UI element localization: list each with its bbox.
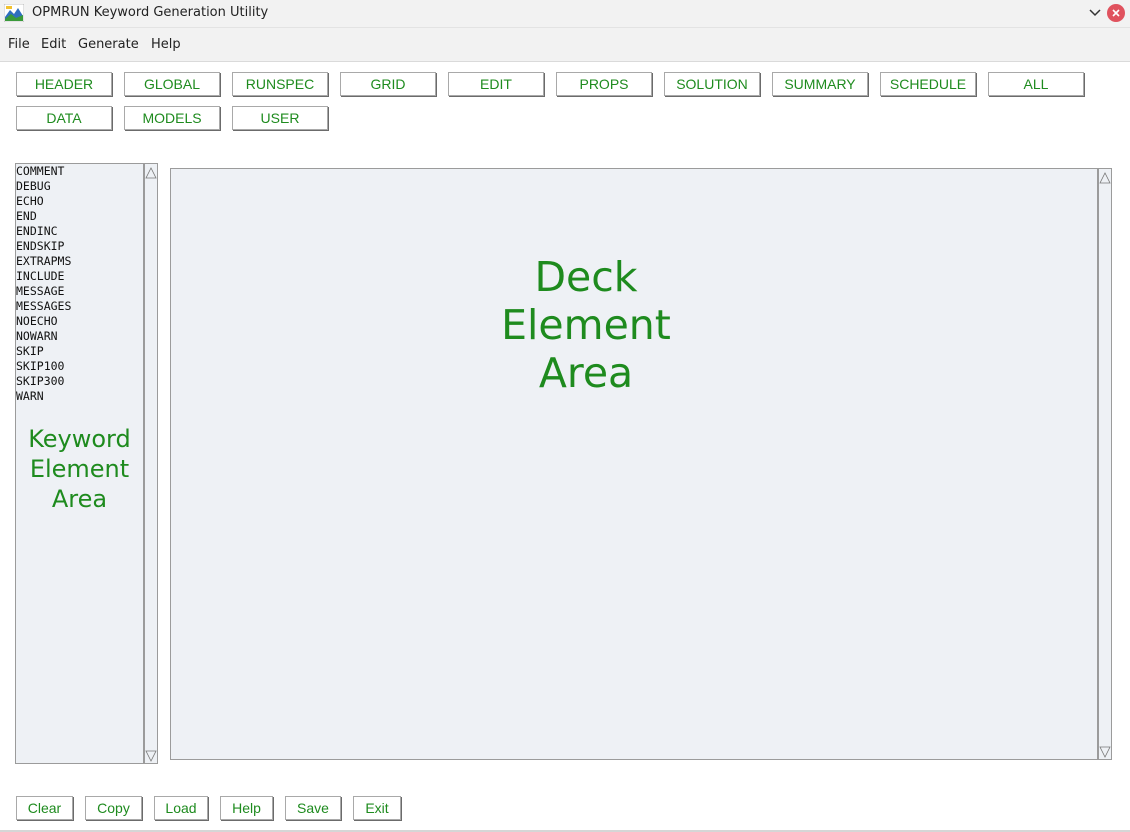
header-section-button[interactable]: HEADER [16,72,112,96]
keyword-list-panel[interactable]: COMMENT DEBUG ECHO END ENDINC ENDSKIP EX… [15,163,144,764]
deck-text-area[interactable]: Deck Element Area [170,168,1098,760]
user-section-button[interactable]: USER [232,106,328,130]
scroll-down-arrow-icon[interactable] [1099,745,1111,759]
schedule-section-button[interactable]: SCHEDULE [880,72,976,96]
props-section-button[interactable]: PROPS [556,72,652,96]
keyword-area-label-line: Element [29,455,130,483]
opmrun-app-icon [3,3,25,23]
data-section-button[interactable]: DATA [16,106,112,130]
keyword-list-item[interactable]: NOECHO [16,314,71,329]
grid-section-button[interactable]: GRID [340,72,436,96]
keyword-list-item[interactable]: DEBUG [16,179,71,194]
keyword-list-item[interactable]: SKIP300 [16,374,71,389]
deck-area-label: Deck Element Area [421,253,751,397]
global-section-button[interactable]: GLOBAL [124,72,220,96]
all-section-button[interactable]: ALL [988,72,1084,96]
keyword-list-item[interactable]: MESSAGE [16,284,71,299]
keyword-list-item[interactable]: WARN [16,389,71,404]
keyword-list-scrollbar[interactable] [144,163,158,764]
edit-section-button[interactable]: EDIT [448,72,544,96]
menu-file[interactable]: File [8,37,30,52]
keyword-list-item[interactable]: COMMENT [16,164,71,179]
keyword-list-item[interactable]: ENDSKIP [16,239,71,254]
keyword-list-item[interactable]: ENDINC [16,224,71,239]
title-bar: OPMRUN Keyword Generation Utility [0,0,1130,28]
keyword-area-label-line: Keyword [28,425,131,453]
scroll-up-arrow-icon[interactable] [145,164,157,179]
chevron-down-icon[interactable] [1085,3,1105,23]
keyword-list-item[interactable]: MESSAGES [16,299,71,314]
models-section-button[interactable]: MODELS [124,106,220,130]
solution-section-button[interactable]: SOLUTION [664,72,760,96]
runspec-section-button[interactable]: RUNSPEC [232,72,328,96]
save-button[interactable]: Save [285,796,341,820]
copy-button[interactable]: Copy [85,796,142,820]
exit-button[interactable]: Exit [353,796,401,820]
clear-button[interactable]: Clear [16,796,73,820]
scroll-down-arrow-icon[interactable] [145,749,157,763]
keyword-list-item[interactable]: NOWARN [16,329,71,344]
deck-area-label-line: Element [501,301,671,349]
deck-area-label-line: Deck [534,253,638,301]
keyword-list-item[interactable]: INCLUDE [16,269,71,284]
keyword-list-item[interactable]: SKIP100 [16,359,71,374]
window-title: OPMRUN Keyword Generation Utility [32,5,269,20]
load-button[interactable]: Load [154,796,208,820]
close-icon[interactable] [1107,4,1125,22]
scroll-up-arrow-icon[interactable] [1099,169,1111,184]
keyword-list-item[interactable]: SKIP [16,344,71,359]
menu-generate[interactable]: Generate [78,37,139,52]
menu-edit[interactable]: Edit [41,37,66,52]
keyword-list-item[interactable]: EXTRAPMS [16,254,71,269]
summary-section-button[interactable]: SUMMARY [772,72,868,96]
keyword-list-item[interactable]: ECHO [16,194,71,209]
keyword-area-label-line: Area [51,485,108,513]
help-button[interactable]: Help [220,796,273,820]
keyword-list-item[interactable]: END [16,209,71,224]
keyword-list: COMMENT DEBUG ECHO END ENDINC ENDSKIP EX… [16,164,71,404]
menu-help[interactable]: Help [151,37,181,52]
keyword-area-label: Keyword Element Area [16,424,143,514]
deck-area-scrollbar[interactable] [1098,168,1112,760]
menu-bar: File Edit Generate Help [0,28,1130,62]
deck-area-label-line: Area [538,349,634,397]
